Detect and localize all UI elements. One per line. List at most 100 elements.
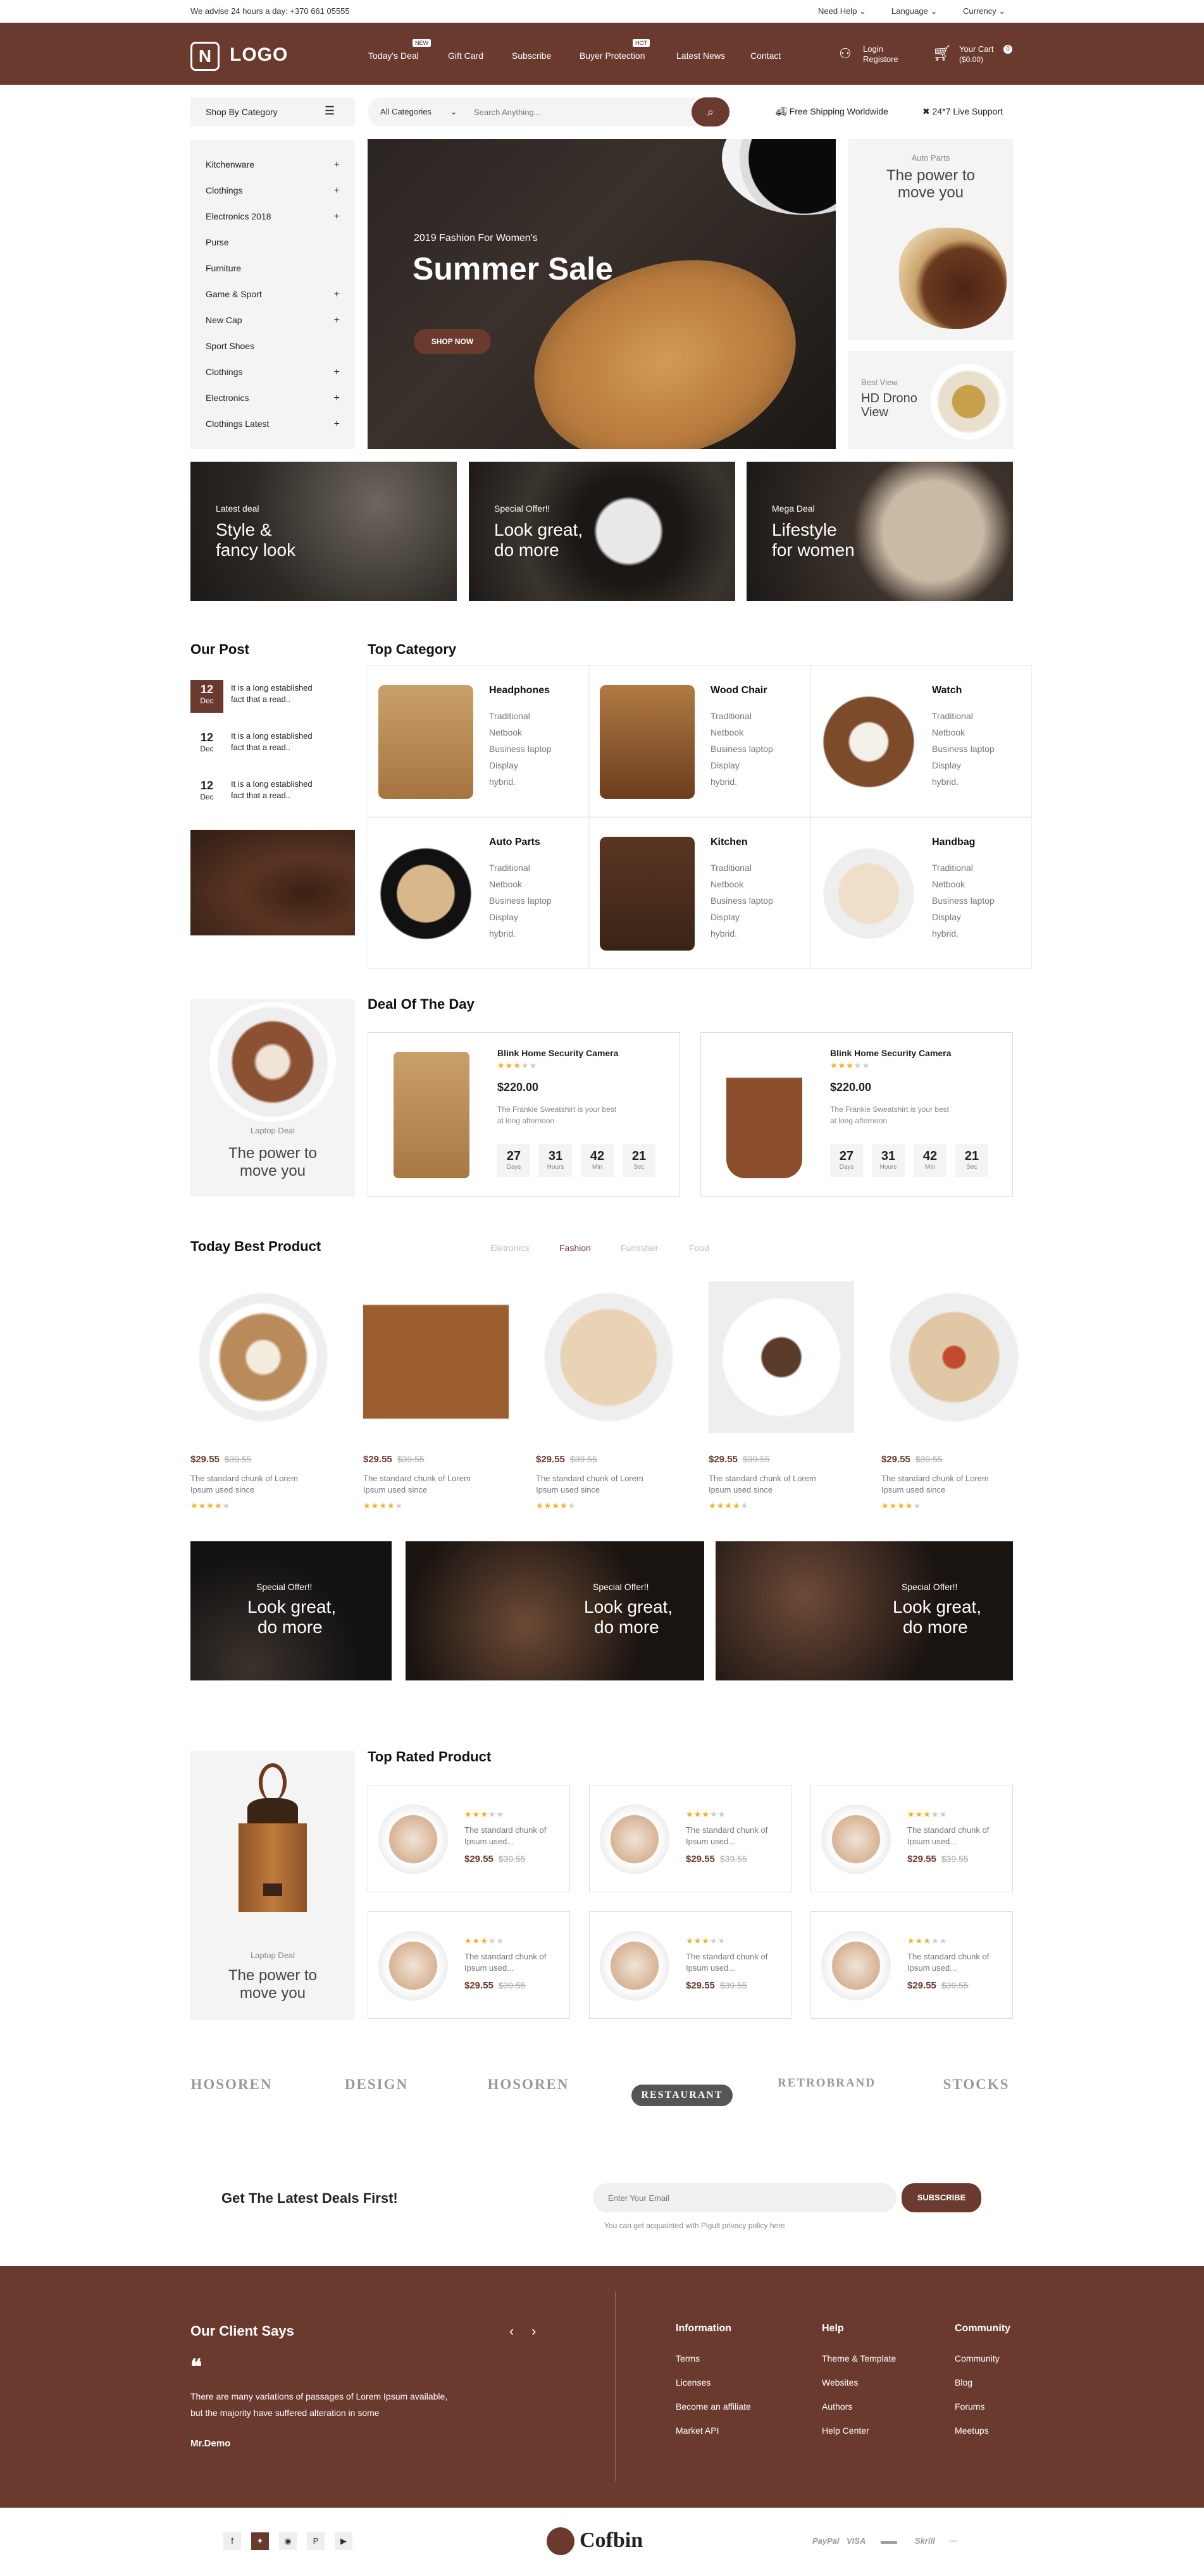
category-subitem[interactable]: Business laptop xyxy=(932,892,995,909)
sidebar-item[interactable]: Clothings + xyxy=(206,367,340,378)
rated-desc-line2[interactable]: Ipsum used... xyxy=(686,1963,735,1974)
category-subitem[interactable]: Business laptop xyxy=(489,741,552,757)
footer-link[interactable]: Market API xyxy=(676,2425,751,2436)
rated-desc-line2[interactable]: Ipsum used... xyxy=(686,1836,735,1847)
rated-desc-line2[interactable]: Ipsum used... xyxy=(907,1836,957,1847)
brand-logo[interactable]: STOCKS xyxy=(935,2076,1017,2114)
brand-logo[interactable]: RESTAURANT xyxy=(631,2085,733,2106)
product-desc-line2[interactable]: Ipsum used since xyxy=(190,1484,254,1496)
subscribe-button[interactable]: SUBSCRIBE xyxy=(902,2183,981,2212)
product-desc-line1[interactable]: The standard chunk of Lorem xyxy=(536,1473,643,1484)
facebook-icon[interactable]: f xyxy=(223,2532,241,2550)
category-subitem[interactable]: Business laptop xyxy=(711,741,773,757)
product-card[interactable]: $29.55 $39.55 The standard chunk of Lorem I… xyxy=(536,1281,694,1515)
footer-link[interactable]: Forums xyxy=(955,2401,1010,2412)
brand-logo[interactable]: HOSOREN xyxy=(487,2076,569,2114)
register-link[interactable]: Registore xyxy=(863,54,898,64)
rated-desc-line1[interactable]: The standard chunk of xyxy=(907,1825,989,1836)
product-card[interactable]: $29.55 $39.55 The standard chunk of Lorem I… xyxy=(190,1281,349,1515)
drone-view-banner[interactable]: Best View HD Drono View xyxy=(848,351,1013,449)
category-subitem[interactable]: Traditional xyxy=(932,860,995,876)
category-subitem[interactable]: Display xyxy=(489,909,552,925)
category-name[interactable]: Watch xyxy=(932,685,962,696)
footer-link[interactable]: Theme & Template xyxy=(822,2353,896,2363)
category-subitem[interactable]: Business laptop xyxy=(489,892,552,909)
rated-desc-line1[interactable]: The standard chunk of xyxy=(464,1951,546,1963)
sidebar-item[interactable]: Furniture xyxy=(206,263,340,273)
testimonial-prev-button[interactable]: ‹ xyxy=(509,2323,514,2339)
deal-card[interactable]: Blink Home Security Camera ★★★★★ $220.00 Th… xyxy=(368,1032,680,1197)
deal-product-name[interactable]: Blink Home Security Camera xyxy=(830,1048,951,1058)
sidebar-item[interactable]: Kitchenware + xyxy=(206,159,340,170)
youtube-icon[interactable]: ▶ xyxy=(335,2532,352,2550)
offer-banner[interactable]: Special Offer!! Look great, do more xyxy=(190,1541,392,1680)
tab-furnisher[interactable]: Furnisher xyxy=(621,1243,658,1253)
rated-desc-line1[interactable]: The standard chunk of xyxy=(907,1951,989,1963)
search-button[interactable]: ⌕ xyxy=(692,97,729,126)
category-card[interactable]: Wood Chair Traditional Netbook Business lap… xyxy=(589,665,810,817)
brand-logo[interactable]: DESIGN xyxy=(338,2076,414,2114)
rated-product-card[interactable]: ★★★★★ The standard chunk of Ipsum used... $… xyxy=(589,1785,791,1892)
category-subitem[interactable]: Netbook xyxy=(489,876,552,892)
sidebar-item[interactable]: Game & Sport + xyxy=(206,289,340,300)
offer-banner[interactable]: Special Offer!! Look great, do more xyxy=(716,1541,1013,1680)
category-name[interactable]: Auto Parts xyxy=(489,837,540,848)
tab-food[interactable]: Food xyxy=(689,1243,709,1253)
category-subitem[interactable]: Traditional xyxy=(932,708,995,724)
rated-desc-line2[interactable]: Ipsum used... xyxy=(907,1963,957,1974)
sidebar-item[interactable]: Electronics 2018 + xyxy=(206,211,340,222)
testimonial-next-button[interactable]: › xyxy=(531,2323,536,2339)
sidebar-item[interactable]: Purse xyxy=(206,237,340,247)
nav-buyer-protection[interactable]: Buyer Protection HOT xyxy=(580,39,650,61)
sidebar-item[interactable]: Clothings + xyxy=(206,185,340,196)
rated-desc-line1[interactable]: The standard chunk of xyxy=(686,1825,767,1836)
category-subitem[interactable]: Business laptop xyxy=(711,892,773,909)
coffee-beans-post-image[interactable] xyxy=(190,830,355,935)
cart-button[interactable]: 🛒︎ Your Cart 0 ($0.00) xyxy=(933,44,1021,70)
post-title-line1[interactable]: It is a long established xyxy=(231,731,313,741)
category-card[interactable]: Handbag Traditional Netbook Business laptop… xyxy=(810,817,1032,969)
category-subitem[interactable]: hybrid. xyxy=(932,925,995,942)
product-desc-line2[interactable]: Ipsum used since xyxy=(536,1484,600,1496)
category-subitem[interactable]: Netbook xyxy=(711,724,773,741)
search-input[interactable] xyxy=(474,102,676,121)
category-subitem[interactable]: hybrid. xyxy=(932,773,995,790)
category-subitem[interactable]: Traditional xyxy=(489,860,552,876)
footer-link[interactable]: Terms xyxy=(676,2353,751,2363)
category-subitem[interactable]: Display xyxy=(932,757,995,773)
category-subitem[interactable]: Traditional xyxy=(711,708,773,724)
category-name[interactable]: Kitchen xyxy=(711,837,748,848)
nav-gift-card[interactable]: Gift Card xyxy=(448,51,483,61)
footer-link[interactable]: Meetups xyxy=(955,2425,1010,2436)
shop-now-button[interactable]: SHOP NOW xyxy=(414,329,491,354)
brand-logo[interactable]: RETROBRAND xyxy=(778,2076,874,2114)
twitter-icon[interactable]: ✦ xyxy=(251,2532,269,2550)
category-subitem[interactable]: Display xyxy=(711,757,773,773)
category-name[interactable]: Wood Chair xyxy=(711,685,767,696)
nav-contact[interactable]: Contact xyxy=(750,51,781,61)
product-desc-line1[interactable]: The standard chunk of Lorem xyxy=(363,1473,471,1484)
category-subitem[interactable]: hybrid. xyxy=(489,925,552,942)
category-subitem[interactable]: Display xyxy=(489,757,552,773)
sidebar-item[interactable]: New Cap + xyxy=(206,315,340,326)
nav-subscribe[interactable]: Subscribe xyxy=(512,51,551,61)
footer-link[interactable]: Authors xyxy=(822,2401,896,2412)
rated-desc-line1[interactable]: The standard chunk of xyxy=(464,1825,546,1836)
product-desc-line1[interactable]: The standard chunk of Lorem xyxy=(881,1473,989,1484)
category-subitem[interactable]: Netbook xyxy=(932,724,995,741)
product-card[interactable]: $29.55 $39.55 The standard chunk of Lorem I… xyxy=(363,1281,521,1515)
auto-parts-banner[interactable]: Auto Parts The power to move you xyxy=(848,139,1013,340)
promo-banner[interactable]: Special Offer!! Look great, do more xyxy=(469,462,735,601)
category-subitem[interactable]: Netbook xyxy=(489,724,552,741)
tab-fashion[interactable]: Fashion xyxy=(559,1243,591,1253)
pinterest-icon[interactable]: P xyxy=(307,2532,325,2550)
category-name[interactable]: Handbag xyxy=(932,837,975,848)
nav-todays-deal[interactable]: Today's Deal NEW xyxy=(368,39,431,61)
product-desc-line2[interactable]: Ipsum used since xyxy=(709,1484,773,1496)
category-subitem[interactable]: Netbook xyxy=(932,876,995,892)
category-subitem[interactable]: Traditional xyxy=(489,708,552,724)
category-subitem[interactable]: hybrid. xyxy=(711,925,773,942)
post-title-line2[interactable]: fact that a read.. xyxy=(231,743,290,752)
product-desc-line2[interactable]: Ipsum used since xyxy=(881,1484,945,1496)
post-title-line1[interactable]: It is a long established xyxy=(231,779,313,789)
